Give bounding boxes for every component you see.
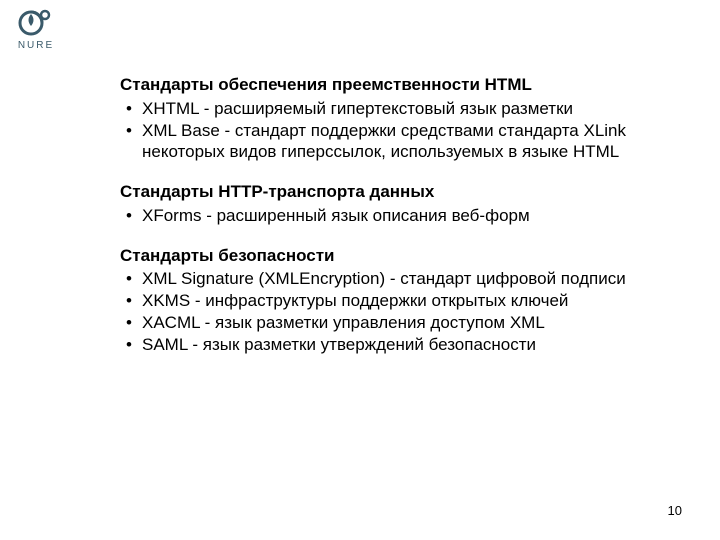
section-heading: Стандарты HTTP-транспорта данных — [120, 181, 680, 203]
bullet-list: XHTML - расширяемый гипертекстовый язык … — [120, 98, 680, 163]
list-item: XKMS - инфраструктуры поддержки открытых… — [120, 290, 680, 312]
section-heading: Стандарты обеспечения преемственности HT… — [120, 74, 680, 96]
slide-content: Стандарты обеспечения преемственности HT… — [120, 74, 680, 355]
list-item: XForms - расширенный язык описания веб-ф… — [120, 205, 680, 227]
slide: NURE Стандарты обеспечения преемственнос… — [0, 0, 720, 540]
list-item: XML Base - стандарт поддержки средствами… — [120, 120, 680, 164]
logo-text: NURE — [16, 40, 56, 51]
list-item: XML Signature (XMLEncryption) - стандарт… — [120, 268, 680, 290]
list-item: XHTML - расширяемый гипертекстовый язык … — [120, 98, 680, 120]
list-item: SAML - язык разметки утверждений безопас… — [120, 334, 680, 356]
list-item: XACML - язык разметки управления доступо… — [120, 312, 680, 334]
page-number: 10 — [668, 503, 682, 518]
bullet-list: XForms - расширенный язык описания веб-ф… — [120, 205, 680, 227]
nure-logo-icon — [16, 8, 56, 38]
logo: NURE — [16, 8, 56, 51]
bullet-list: XML Signature (XMLEncryption) - стандарт… — [120, 268, 680, 355]
section-heading: Стандарты безопасности — [120, 245, 680, 267]
